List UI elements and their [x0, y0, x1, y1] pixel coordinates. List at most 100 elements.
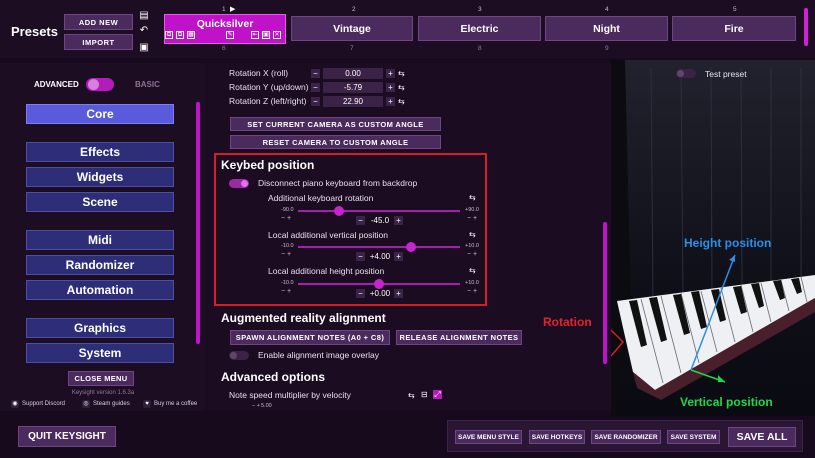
edit-icon[interactable]: ✎: [226, 31, 234, 39]
undo-icon[interactable]: ↶: [138, 25, 150, 37]
increment-button[interactable]: +: [386, 97, 395, 106]
add-new-preset-button[interactable]: ADD NEW: [64, 14, 133, 30]
step-buttons[interactable]: − +: [281, 251, 291, 258]
slider-max: +90.0: [465, 207, 479, 213]
slider-max: +10.0: [465, 280, 479, 286]
menu-scrollbar[interactable]: [196, 102, 200, 344]
quit-button[interactable]: QUIT KEYSIGHT: [18, 426, 116, 447]
nav-system[interactable]: System: [26, 343, 174, 363]
slider-label: Additional keyboard rotation: [268, 193, 374, 203]
slider-value[interactable]: +0.00: [367, 288, 393, 299]
presets-scrollbar[interactable]: [804, 8, 808, 46]
nav-randomizer[interactable]: Randomizer: [26, 255, 174, 275]
nav-effects[interactable]: Effects: [26, 142, 174, 162]
reset-icon[interactable]: ⇆: [469, 193, 476, 202]
increment-button[interactable]: +: [386, 69, 395, 78]
delete-icon[interactable]: ✕: [273, 31, 281, 39]
step-buttons[interactable]: − +: [252, 403, 260, 409]
slider-track[interactable]: [298, 246, 460, 248]
decrement-button[interactable]: −: [311, 69, 320, 78]
decrement-button[interactable]: −: [356, 289, 365, 298]
step-buttons[interactable]: − +: [281, 215, 291, 222]
step-buttons[interactable]: − +: [281, 288, 291, 295]
slot-number: 9: [605, 45, 609, 52]
preset-slot-quicksilver[interactable]: Quicksilver: [164, 14, 286, 44]
advanced-label: ADVANCED: [34, 80, 79, 89]
preset-slot-night[interactable]: Night: [545, 16, 668, 41]
save-system-button[interactable]: SAVE SYSTEM: [667, 430, 720, 444]
slider-value[interactable]: +4.00: [367, 251, 393, 262]
play-icon: ▶: [230, 6, 236, 13]
preset-name: Night: [593, 22, 620, 35]
rotation-x-value[interactable]: 0.00: [323, 68, 383, 79]
nav-widgets[interactable]: Widgets: [26, 167, 174, 187]
save-randomizer-button[interactable]: SAVE RANDOMIZER: [591, 430, 661, 444]
nav-automation[interactable]: Automation: [26, 280, 174, 300]
disconnect-keyboard-toggle[interactable]: [229, 179, 249, 188]
increment-button[interactable]: +: [386, 83, 395, 92]
reset-icon[interactable]: ⇆: [398, 97, 405, 106]
reset-camera-button[interactable]: RESET CAMERA TO CUSTOM ANGLE: [230, 135, 441, 149]
graph-icon[interactable]: ⤢: [433, 390, 442, 399]
copy-icon[interactable]: ⧉: [165, 31, 173, 39]
save-all-button[interactable]: SAVE ALL: [728, 427, 796, 447]
step-buttons[interactable]: − +: [467, 288, 477, 295]
buy-coffee-link[interactable]: ♥ Buy me a coffee: [143, 400, 197, 408]
settings-scrollbar[interactable]: [603, 222, 607, 364]
reset-icon[interactable]: ⇆: [398, 69, 405, 78]
reset-icon[interactable]: ⇆: [398, 83, 405, 92]
test-preset-toggle[interactable]: [676, 69, 696, 78]
save-disk-icon[interactable]: ▣: [138, 42, 150, 54]
alignment-overlay-toggle[interactable]: [229, 351, 249, 360]
spawn-alignment-notes-button[interactable]: SPAWN ALIGNMENT NOTES (A0 + C8): [230, 330, 390, 345]
preset-name: Fire: [724, 22, 744, 35]
curve-icon[interactable]: ⊟: [421, 390, 428, 399]
slider-track[interactable]: [298, 210, 460, 212]
version-text: Keysight version 1.6.3a: [71, 390, 135, 396]
slider-thumb[interactable]: [333, 206, 344, 216]
paste-icon[interactable]: ▦: [187, 31, 195, 39]
nav-scene[interactable]: Scene: [26, 192, 174, 212]
save-icon[interactable]: ▣: [262, 31, 270, 39]
increment-button[interactable]: +: [394, 289, 403, 298]
step-buttons[interactable]: − +: [467, 251, 477, 258]
save-menu-style-button[interactable]: SAVE MENU STYLE: [455, 430, 522, 444]
close-menu-button[interactable]: CLOSE MENU: [68, 371, 134, 386]
piano-backdrop: [619, 60, 815, 308]
increment-button[interactable]: +: [394, 216, 403, 225]
import-preset-button[interactable]: IMPORT: [64, 34, 133, 50]
reset-icon[interactable]: ⇆: [408, 391, 415, 400]
steam-guides-link[interactable]: ◎ Steam guides: [82, 400, 130, 408]
save-hotkeys-button[interactable]: SAVE HOTKEYS: [529, 430, 585, 444]
decrement-button[interactable]: −: [311, 83, 320, 92]
decrement-button[interactable]: −: [356, 216, 365, 225]
reset-icon[interactable]: ⇆: [469, 230, 476, 239]
rotation-annotation: Rotation: [543, 315, 592, 329]
reset-icon[interactable]: ⇆: [469, 266, 476, 275]
slot-number: 2: [352, 6, 356, 13]
preset-slot-electric[interactable]: Electric: [418, 16, 541, 41]
slider-value[interactable]: -45.0: [367, 215, 393, 226]
decrement-button[interactable]: −: [311, 97, 320, 106]
release-alignment-notes-button[interactable]: RELEASE ALIGNMENT NOTES: [396, 330, 522, 345]
step-buttons[interactable]: − +: [467, 215, 477, 222]
preset-slot-vintage[interactable]: Vintage: [291, 16, 413, 41]
discord-icon: ◉: [11, 400, 19, 408]
copy-icon[interactable]: ⧉: [176, 31, 184, 39]
folder-icon[interactable]: ▤: [138, 10, 150, 22]
slider-min: -10.0: [281, 280, 294, 286]
nav-core[interactable]: Core: [26, 104, 174, 124]
advanced-basic-toggle[interactable]: [86, 78, 114, 91]
support-discord-link[interactable]: ◉ Support Discord: [11, 400, 65, 408]
decrement-button[interactable]: −: [356, 252, 365, 261]
rotation-z-value[interactable]: 22.90: [323, 96, 383, 107]
set-camera-angle-button[interactable]: SET CURRENT CAMERA AS CUSTOM ANGLE: [230, 117, 441, 131]
rotation-y-value[interactable]: -5.79: [323, 82, 383, 93]
nav-midi[interactable]: Midi: [26, 230, 174, 250]
nav-graphics[interactable]: Graphics: [26, 318, 174, 338]
load-icon[interactable]: ⇤: [251, 31, 259, 39]
increment-button[interactable]: +: [394, 252, 403, 261]
preset-name: Quicksilver: [196, 18, 254, 30]
preset-slot-fire[interactable]: Fire: [672, 16, 796, 41]
slot-number: 8: [478, 45, 482, 52]
